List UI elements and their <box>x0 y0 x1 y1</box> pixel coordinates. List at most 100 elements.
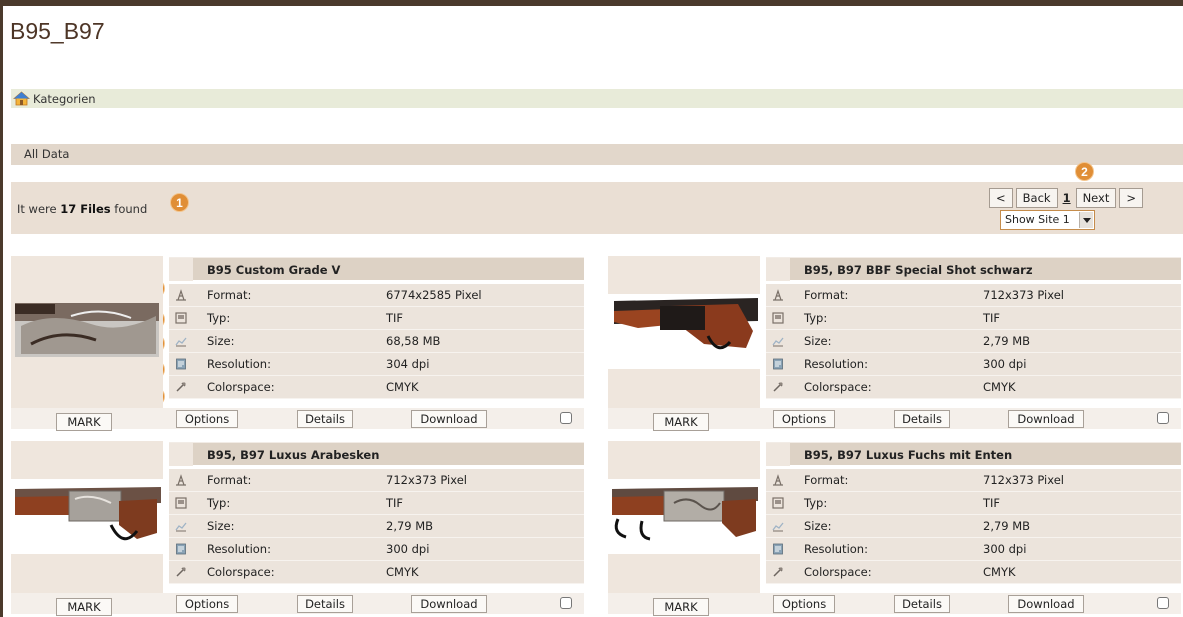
download-button[interactable]: Download <box>1008 410 1084 428</box>
results-count: 17 Files <box>60 202 111 216</box>
details-button[interactable]: Details <box>297 595 353 613</box>
meta-row-typ: Typ: TIF <box>766 492 1181 515</box>
meta-row-format: Format: 6774x2585 Pixel <box>169 284 584 307</box>
chevron-down-icon <box>1079 212 1093 228</box>
meta-row-format: Format: 712x373 Pixel <box>766 469 1181 492</box>
meta-label-typ: Typ: <box>804 496 828 510</box>
file-title-row: B95, B97 Luxus Fuchs mit Enten <box>766 442 1181 466</box>
meta-label-format: Format: <box>207 288 252 302</box>
file-title: B95, B97 Luxus Fuchs mit Enten <box>804 448 1013 462</box>
mark-button[interactable]: MARK <box>653 413 709 431</box>
meta-label-colorspace: Colorspace: <box>207 380 275 394</box>
details-button[interactable]: Details <box>297 410 353 428</box>
back-button[interactable]: Back <box>1015 188 1058 208</box>
mark-button[interactable]: MARK <box>56 413 112 431</box>
home-icon[interactable] <box>13 91 30 106</box>
meta-value-format: 712x373 Pixel <box>386 473 467 487</box>
options-button[interactable]: Options <box>176 410 238 428</box>
meta-row-resolution: Resolution: 304 dpi <box>169 353 584 376</box>
select-checkbox[interactable] <box>560 412 572 424</box>
meta-row-typ: Typ: TIF <box>169 492 584 515</box>
file-card: B95 Custom Grade V Format: 6774x2585 Pix… <box>11 256 584 431</box>
file-actions: MARK Options Details Download <box>11 593 584 616</box>
select-checkbox[interactable] <box>560 597 572 609</box>
file-card: B95, B97 Luxus Fuchs mit Enten Format: 7… <box>608 441 1181 616</box>
file-title: B95, B97 Luxus Arabesken <box>207 448 380 462</box>
meta-label-size: Size: <box>207 334 235 348</box>
file-thumbnail[interactable] <box>608 441 760 593</box>
meta-row-size: Size: 68,58 MB <box>169 330 584 353</box>
meta-value-resolution: 300 dpi <box>386 542 430 556</box>
file-title-row: B95, B97 BBF Special Shot schwarz <box>766 257 1181 281</box>
options-button[interactable]: Options <box>176 595 238 613</box>
meta-value-format: 712x373 Pixel <box>983 288 1064 302</box>
window-frame-left <box>0 0 3 617</box>
meta-row-resolution: Resolution: 300 dpi <box>169 538 584 561</box>
site-select[interactable]: Show Site 1 <box>1000 210 1095 230</box>
meta-label-size: Size: <box>804 334 832 348</box>
file-thumbnail[interactable] <box>11 441 163 593</box>
file-actions: MARK Options Details Download <box>608 408 1181 431</box>
meta-label-typ: Typ: <box>804 311 828 325</box>
file-meta: Format: 712x373 Pixel Typ: TIF Size: 2,7… <box>766 284 1181 399</box>
meta-value-typ: TIF <box>983 496 1001 510</box>
meta-row-size: Size: 2,79 MB <box>766 515 1181 538</box>
options-button[interactable]: Options <box>773 595 835 613</box>
meta-row-typ: Typ: TIF <box>169 307 584 330</box>
meta-row-resolution: Resolution: 300 dpi <box>766 353 1181 376</box>
meta-value-colorspace: CMYK <box>386 380 419 394</box>
meta-value-typ: TIF <box>983 311 1001 325</box>
meta-label-resolution: Resolution: <box>804 357 868 371</box>
details-button[interactable]: Details <box>894 410 950 428</box>
file-actions: MARK Options Details Download <box>608 593 1181 616</box>
meta-row-resolution: Resolution: 300 dpi <box>766 538 1181 561</box>
download-button[interactable]: Download <box>1008 595 1084 613</box>
first-page-button[interactable]: < <box>989 188 1013 208</box>
annotation-badge: 2 <box>1075 162 1094 181</box>
meta-value-format: 6774x2585 Pixel <box>386 288 482 302</box>
meta-value-size: 2,79 MB <box>983 334 1031 348</box>
file-card: B95, B97 Luxus Arabesken Format: 712x373… <box>11 441 584 616</box>
file-thumbnail[interactable] <box>608 256 760 408</box>
meta-row-size: Size: 2,79 MB <box>169 515 584 538</box>
current-page-number[interactable]: 1 <box>1063 191 1071 205</box>
file-title-row: B95, B97 Luxus Arabesken <box>169 442 584 466</box>
meta-value-colorspace: CMYK <box>983 565 1016 579</box>
meta-label-colorspace: Colorspace: <box>207 565 275 579</box>
meta-label-size: Size: <box>804 519 832 533</box>
site-select-value: Show Site 1 <box>1005 213 1070 226</box>
mark-button[interactable]: MARK <box>56 598 112 616</box>
download-button[interactable]: Download <box>411 410 487 428</box>
breadcrumb: Kategorien <box>11 89 1183 108</box>
meta-row-colorspace: Colorspace: CMYK <box>766 561 1181 584</box>
select-checkbox[interactable] <box>1157 412 1169 424</box>
meta-label-resolution: Resolution: <box>207 542 271 556</box>
meta-label-typ: Typ: <box>207 496 231 510</box>
file-thumbnail[interactable] <box>11 256 163 408</box>
next-button[interactable]: Next <box>1075 188 1117 208</box>
select-checkbox[interactable] <box>1157 597 1169 609</box>
options-button[interactable]: Options <box>773 410 835 428</box>
page-title: B95_B97 <box>10 18 105 44</box>
details-button[interactable]: Details <box>894 595 950 613</box>
meta-value-resolution: 300 dpi <box>983 542 1027 556</box>
file-title: B95, B97 BBF Special Shot schwarz <box>804 263 1033 277</box>
meta-label-resolution: Resolution: <box>207 357 271 371</box>
meta-value-size: 2,79 MB <box>983 519 1031 533</box>
meta-value-resolution: 300 dpi <box>983 357 1027 371</box>
window-frame-top <box>0 0 1183 6</box>
file-meta: Format: 712x373 Pixel Typ: TIF Size: 2,7… <box>766 469 1181 584</box>
meta-value-size: 2,79 MB <box>386 519 434 533</box>
meta-value-typ: TIF <box>386 311 404 325</box>
mark-button[interactable]: MARK <box>653 598 709 616</box>
meta-label-format: Format: <box>207 473 252 487</box>
meta-row-typ: Typ: TIF <box>766 307 1181 330</box>
meta-label-format: Format: <box>804 288 849 302</box>
meta-row-format: Format: 712x373 Pixel <box>766 284 1181 307</box>
meta-row-colorspace: Colorspace: CMYK <box>169 376 584 399</box>
meta-value-format: 712x373 Pixel <box>983 473 1064 487</box>
last-page-button[interactable]: > <box>1119 188 1144 208</box>
results-count-text: It were 17 Files found <box>17 202 148 216</box>
download-button[interactable]: Download <box>411 595 487 613</box>
breadcrumb-link-kategorien[interactable]: Kategorien <box>33 92 96 106</box>
